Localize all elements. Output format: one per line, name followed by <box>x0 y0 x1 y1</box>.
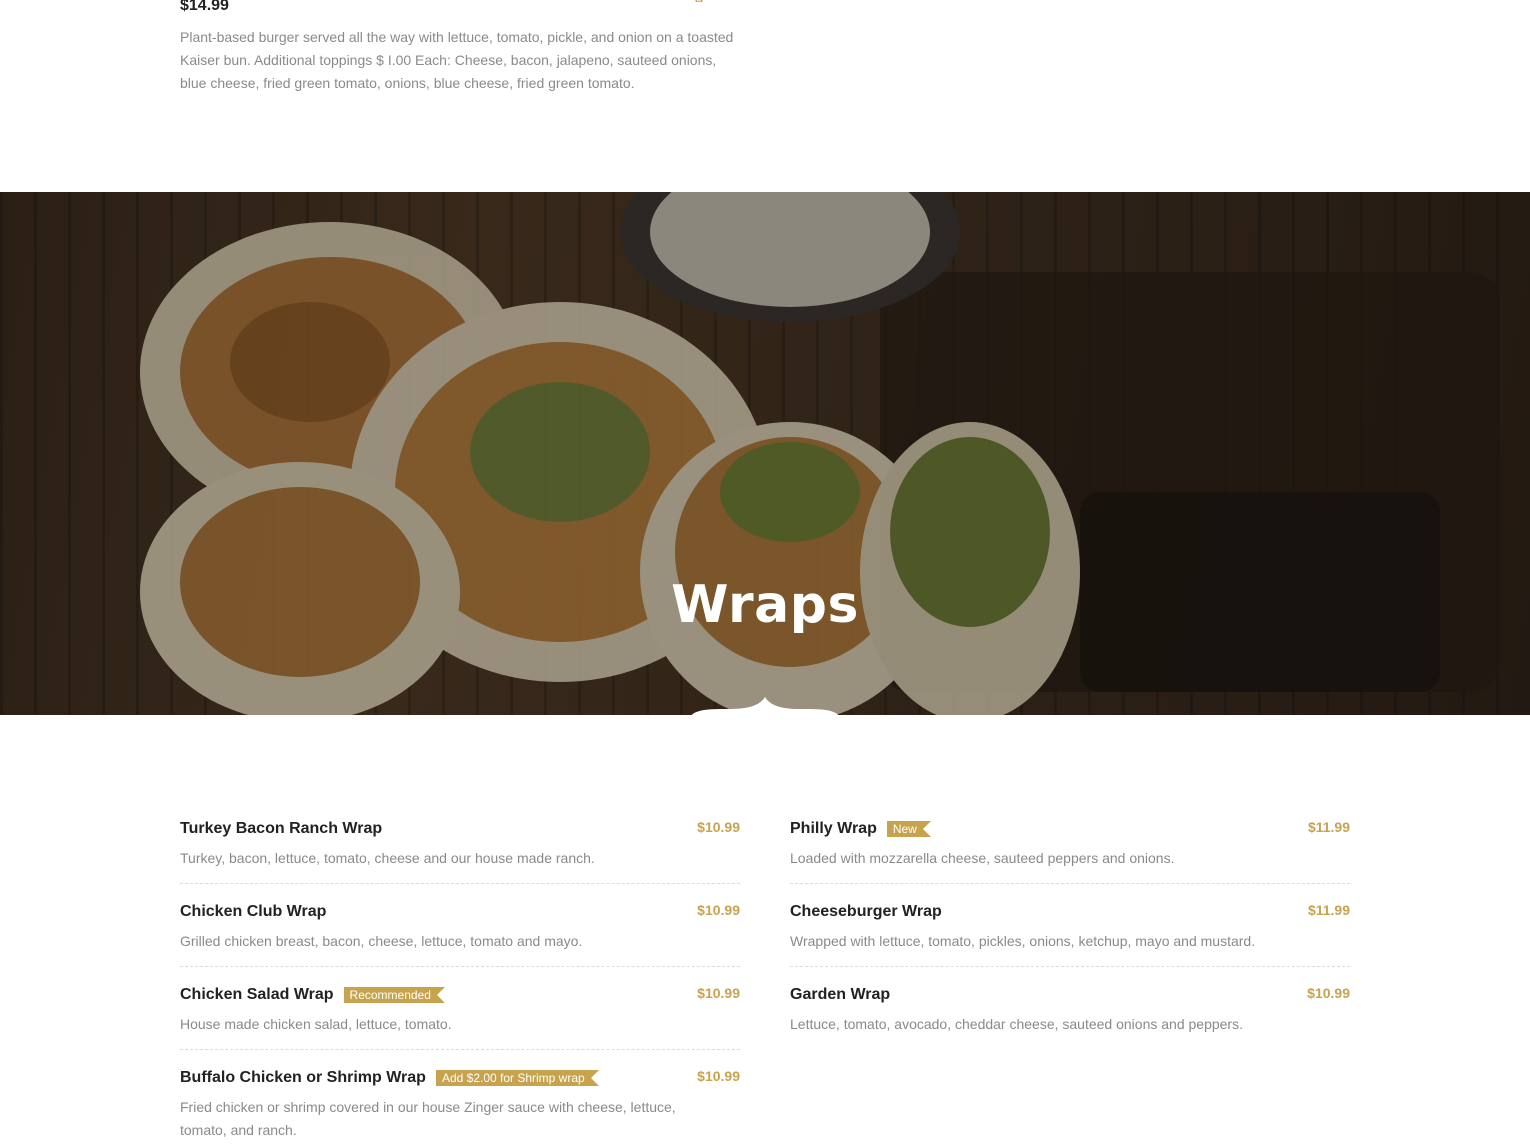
menu-item: Buffalo Chicken or Shrimp Wrap Add $2.00… <box>180 1064 740 1146</box>
menu-item-name: Buffalo Chicken or Shrimp Wrap <box>180 1069 426 1086</box>
previous-menu-item: $14.99 Plant-based burger served all the… <box>180 0 740 95</box>
cut-off-price-edge: $ <box>695 0 735 2</box>
menu-item-price: $10.99 <box>1307 985 1350 1001</box>
previous-item-description: Plant-based burger served all the way wi… <box>180 29 734 91</box>
menu-item-description: Grilled chicken breast, bacon, cheese, l… <box>180 933 583 949</box>
menu-item-name: Cheeseburger Wrap <box>790 903 942 920</box>
menu-item-description: House made chicken salad, lettuce, tomat… <box>180 1016 452 1032</box>
menu-item: Turkey Bacon Ranch Wrap $10.99 Turkey, b… <box>180 815 740 884</box>
shrimp-addon-badge: Add $2.00 for Shrimp wrap <box>435 1070 599 1086</box>
menu-item-name: Garden Wrap <box>790 986 891 1003</box>
menu-item-name: Chicken Salad Wrap <box>180 986 334 1003</box>
banner-divider-notch <box>690 697 840 717</box>
menu-item: Chicken Club Wrap $10.99 Grilled chicken… <box>180 898 740 967</box>
menu-item: Philly Wrap New $11.99 Loaded with mozza… <box>790 815 1350 884</box>
menu-item-price: $10.99 <box>697 985 740 1001</box>
menu-item-description: Lettuce, tomato, avocado, cheddar cheese… <box>790 1016 1243 1032</box>
menu-item-description: Loaded with mozzarella cheese, sauteed p… <box>790 850 1175 866</box>
recommended-badge: Recommended <box>343 987 446 1003</box>
menu-item-price: $10.99 <box>697 819 740 835</box>
menu-item-name: Chicken Club Wrap <box>180 903 327 920</box>
new-badge: New <box>886 821 931 837</box>
menu-item: Chicken Salad Wrap Recommended $10.99 Ho… <box>180 981 740 1050</box>
menu-item-price: $10.99 <box>697 902 740 918</box>
menu-item-price: $10.99 <box>697 1068 740 1084</box>
menu-item-name: Philly Wrap <box>790 820 877 837</box>
menu-item-name: Turkey Bacon Ranch Wrap <box>180 820 383 837</box>
menu-column-left: Turkey Bacon Ranch Wrap $10.99 Turkey, b… <box>180 815 740 1146</box>
menu-item-description: Fried chicken or shrimp covered in our h… <box>180 1099 676 1138</box>
menu-item-price: $11.99 <box>1307 902 1350 918</box>
menu-item-price: $11.99 <box>1307 819 1350 835</box>
previous-item-price: $14.99 <box>180 0 229 14</box>
section-title: Wraps <box>671 575 859 635</box>
menu-column-right: Philly Wrap New $11.99 Loaded with mozza… <box>790 815 1350 1063</box>
menu-item-description: Turkey, bacon, lettuce, tomato, cheese a… <box>180 850 595 866</box>
menu-item-description: Wrapped with lettuce, tomato, pickles, o… <box>790 933 1256 949</box>
menu-item: Cheeseburger Wrap $11.99 Wrapped with le… <box>790 898 1350 967</box>
menu-item: Garden Wrap $10.99 Lettuce, tomato, avoc… <box>790 981 1350 1049</box>
